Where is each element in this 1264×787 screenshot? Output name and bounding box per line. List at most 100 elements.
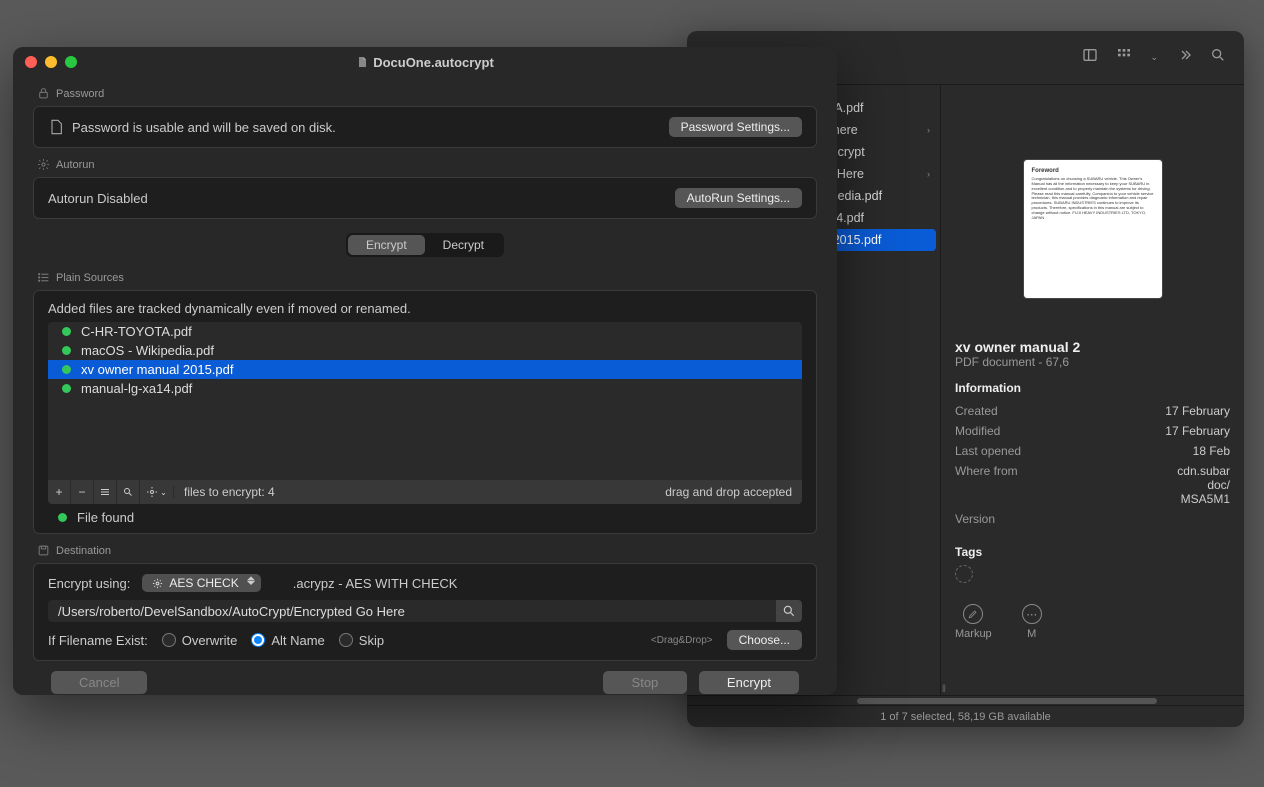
password-section-label: Password	[37, 87, 817, 100]
sources-info-text: Added files are tracked dynamically even…	[48, 301, 802, 316]
autorun-status: Autorun Disabled	[48, 191, 148, 206]
encrypt-using-label: Encrypt using:	[48, 576, 130, 591]
altname-radio[interactable]: Alt Name	[251, 633, 324, 648]
status-dot-icon	[62, 346, 71, 355]
preview-thumbnail[interactable]: Foreword Congratulations on choosing a S…	[1023, 159, 1163, 299]
if-exist-label: If Filename Exist:	[48, 633, 148, 648]
document-icon	[356, 55, 368, 69]
more-label: M	[1027, 628, 1036, 640]
column-resize-handle[interactable]: ‖	[941, 683, 947, 695]
source-file-row[interactable]: macOS - Wikipedia.pdf	[48, 341, 802, 360]
password-status: Password is usable and will be saved on …	[72, 120, 336, 135]
destination-path-input[interactable]	[48, 600, 776, 622]
list-icon	[37, 271, 50, 284]
destination-panel: Encrypt using: AES CHECK .acrypz - AES W…	[33, 563, 817, 661]
settings-dropdown[interactable]: ⌄	[140, 486, 174, 498]
dialog-button-row: Cancel Stop Encrypt	[33, 667, 817, 694]
skip-radio[interactable]: Skip	[339, 633, 384, 648]
autorun-panel: Autorun Disabled AutoRun Settings...	[33, 177, 817, 219]
autocrypt-dialog: DocuOne.autocrypt Password Password is u…	[13, 47, 837, 695]
meta-key: Last opened	[955, 444, 1021, 458]
sources-toolbar: + − ⌄ files to encrypt: 4 drag and drop …	[48, 480, 802, 504]
files-count-label: files to encrypt: 4	[184, 485, 275, 499]
metadata-row: Created 17 February	[955, 401, 1230, 421]
metadata-row: Last opened 18 Feb	[955, 441, 1230, 461]
titlebar: DocuOne.autocrypt	[13, 47, 837, 77]
meta-value: 18 Feb	[1193, 444, 1230, 458]
meta-value: cdn.subardoc/MSA5M1	[1177, 464, 1230, 506]
autorun-section-label: Autorun	[37, 158, 817, 171]
meta-value: 17 February	[1165, 404, 1230, 418]
chevron-down-icon[interactable]: ⌄	[1150, 52, 1158, 63]
status-dot-icon	[62, 384, 71, 393]
cancel-button[interactable]: Cancel	[51, 671, 147, 694]
thumb-heading: Foreword	[1032, 168, 1154, 175]
metadata-row: Modified 17 February	[955, 421, 1230, 441]
source-file-row[interactable]: xv owner manual 2015.pdf	[48, 360, 802, 379]
algorithm-extension-label: .acrypz - AES WITH CHECK	[293, 576, 458, 591]
lock-icon	[37, 87, 50, 100]
stop-button[interactable]: Stop	[603, 671, 687, 694]
meta-key: Version	[955, 512, 995, 526]
destination-section-label: Destination	[37, 544, 817, 557]
view-mode-icon[interactable]	[1116, 47, 1132, 68]
drag-drop-label: drag and drop accepted	[665, 485, 792, 499]
markup-action[interactable]: Markup	[955, 604, 992, 640]
finder-toolbar-icons: ⌄	[1082, 47, 1226, 68]
preview-title: xv owner manual 2	[955, 339, 1230, 355]
search-icon[interactable]	[1210, 47, 1226, 68]
finder-status-bar: 1 of 7 selected, 58,19 GB available	[687, 705, 1244, 727]
browse-button[interactable]	[776, 600, 802, 622]
password-panel: Password is usable and will be saved on …	[33, 106, 817, 148]
markup-label: Markup	[955, 628, 992, 640]
encrypt-button[interactable]: Encrypt	[699, 671, 799, 694]
file-name: macOS - Wikipedia.pdf	[81, 343, 214, 358]
file-name: manual-lg-xa14.pdf	[81, 381, 192, 396]
sources-panel: Added files are tracked dynamically even…	[33, 290, 817, 534]
source-file-list[interactable]: C-HR-TOYOTA.pdf macOS - Wikipedia.pdf xv o…	[48, 322, 802, 480]
finder-preview-column: Foreword Congratulations on choosing a S…	[941, 85, 1244, 695]
status-dot-icon	[62, 365, 71, 374]
window-title: DocuOne.autocrypt	[13, 55, 837, 70]
status-dot-icon	[58, 513, 67, 522]
source-file-row[interactable]: manual-lg-xa14.pdf	[48, 379, 802, 398]
chevron-right-icon: ›	[927, 169, 930, 179]
metadata-row: Version	[955, 509, 1230, 529]
meta-value: 17 February	[1165, 424, 1230, 438]
add-tag-button[interactable]	[955, 565, 973, 583]
list-view-button[interactable]	[94, 480, 117, 504]
tags-heading: Tags	[955, 545, 1230, 559]
algorithm-select[interactable]: AES CHECK	[142, 574, 260, 592]
metadata-row: Where fromcdn.subardoc/MSA5M1	[955, 461, 1230, 509]
tab-decrypt[interactable]: Decrypt	[425, 235, 502, 255]
reveal-button[interactable]	[117, 480, 140, 504]
save-icon	[37, 544, 50, 557]
chevron-right-icon: ›	[927, 125, 930, 135]
finder-horizontal-scrollbar[interactable]	[687, 695, 1244, 705]
more-action[interactable]: ⋯ M	[1022, 604, 1042, 640]
overwrite-radio[interactable]: Overwrite	[162, 633, 238, 648]
status-dot-icon	[62, 327, 71, 336]
autorun-settings-button[interactable]: AutoRun Settings...	[675, 188, 802, 208]
meta-key: Created	[955, 404, 998, 418]
file-found-status: File found	[48, 504, 802, 525]
encrypt-decrypt-tabs: Encrypt Decrypt	[346, 233, 504, 257]
remove-file-button[interactable]: −	[71, 480, 94, 504]
password-settings-button[interactable]: Password Settings...	[669, 117, 802, 137]
source-file-row[interactable]: C-HR-TOYOTA.pdf	[48, 322, 802, 341]
information-heading: Information	[955, 381, 1230, 395]
document-icon	[48, 118, 64, 136]
preview-subtitle: PDF document - 67,6	[955, 355, 1230, 369]
gear-icon	[152, 578, 163, 589]
file-name: xv owner manual 2015.pdf	[81, 362, 233, 377]
choose-button[interactable]: Choose...	[727, 630, 802, 650]
file-name: C-HR-TOYOTA.pdf	[81, 324, 192, 339]
meta-key: Modified	[955, 424, 1000, 438]
sidebar-toggle-icon[interactable]	[1082, 47, 1098, 68]
dragdrop-hint: <Drag&Drop>	[651, 635, 713, 646]
tab-encrypt[interactable]: Encrypt	[348, 235, 425, 255]
gear-icon	[37, 158, 50, 171]
more-icon[interactable]	[1176, 47, 1192, 68]
add-file-button[interactable]: +	[48, 480, 71, 504]
sources-section-label: Plain Sources	[37, 271, 817, 284]
